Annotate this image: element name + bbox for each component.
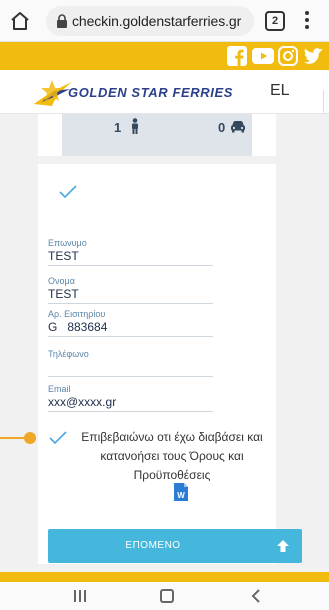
phone-value[interactable] (48, 360, 213, 374)
checkin-card: 1 0 Επωνυμο TEST Ονομα TEST Αρ. Εισιτηρί… (38, 114, 276, 564)
home-icon[interactable] (8, 9, 32, 33)
checkmark-icon (59, 185, 77, 199)
ticket-value[interactable]: G 883684 (48, 320, 213, 334)
instagram-icon[interactable] (277, 45, 299, 67)
address-bar[interactable]: checkin.goldenstarferries.gr (46, 6, 254, 36)
twitter-icon[interactable] (302, 45, 324, 67)
name-value[interactable]: TEST (48, 287, 213, 301)
field-underline (48, 376, 213, 377)
vehicle-count: 0 (218, 120, 226, 135)
field-underline (48, 336, 213, 337)
tutorial-pointer-dot (24, 432, 36, 444)
car-icon (231, 121, 245, 133)
ticket-field[interactable]: Αρ. Εισιτηρίου G 883684 (48, 309, 213, 337)
side-tab (323, 90, 329, 114)
phone-label: Τηλέφωνο (48, 349, 89, 359)
email-label: Email (48, 384, 71, 394)
language-switch[interactable]: EL (270, 82, 290, 100)
recent-apps-icon[interactable] (72, 590, 88, 602)
name-label: Ονομα (48, 276, 75, 286)
home-nav-icon[interactable] (160, 589, 174, 603)
surname-label: Επωνυμο (48, 238, 87, 248)
social-strip (0, 42, 329, 70)
email-value[interactable]: xxx@xxxx.gr (48, 395, 213, 409)
back-icon[interactable] (250, 589, 262, 603)
consent-line-2: κατανοήσει τους Όρους και (100, 449, 244, 463)
lock-icon (57, 14, 67, 28)
main-content: 1 0 Επωνυμο TEST Ονομα TEST Αρ. Εισιτηρί… (0, 114, 329, 572)
card-divider (38, 156, 276, 164)
field-underline (48, 265, 213, 266)
tab-switcher-button[interactable]: 2 (265, 11, 285, 31)
email-field[interactable]: Email xxx@xxxx.gr (48, 384, 213, 412)
word-document-icon[interactable]: W (173, 482, 189, 502)
site-header: GOLDEN STAR FERRIES EL (0, 70, 329, 114)
android-nav-bar (0, 582, 329, 610)
name-field[interactable]: Ονομα TEST (48, 276, 213, 304)
field-underline (48, 303, 213, 304)
booking-summary: 1 0 (62, 114, 252, 156)
passenger-count: 1 (114, 120, 122, 135)
svg-text:W: W (177, 491, 185, 500)
next-button[interactable]: ΕΠΟΜΕΝΟ (48, 529, 302, 563)
browser-menu-icon[interactable] (297, 8, 317, 34)
field-underline (48, 411, 213, 412)
surname-value[interactable]: TEST (48, 249, 213, 263)
footer-strip (0, 572, 329, 582)
url-text: checkin.goldenstarferries.gr (72, 13, 242, 29)
consent-line-3[interactable]: Προϋποθέσεις (65, 466, 279, 485)
terms-consent-text: Επιβεβαιώνω οτι έχω διαβάσει και κατανοή… (65, 428, 279, 485)
arrow-up-icon (277, 540, 289, 552)
youtube-icon[interactable] (252, 45, 274, 67)
browser-toolbar: checkin.goldenstarferries.gr 2 (0, 0, 329, 42)
passenger-icon (132, 118, 138, 134)
facebook-icon[interactable] (226, 45, 248, 67)
phone-field[interactable]: Τηλέφωνο (48, 349, 213, 377)
consent-line-1: Επιβεβαιώνω οτι έχω διαβάσει και (81, 430, 263, 444)
logo-text: GOLDEN STAR FERRIES (68, 85, 234, 100)
next-button-label: ΕΠΟΜΕΝΟ (125, 540, 181, 551)
surname-field[interactable]: Επωνυμο TEST (48, 238, 213, 266)
ticket-label: Αρ. Εισιτηρίου (48, 309, 106, 319)
